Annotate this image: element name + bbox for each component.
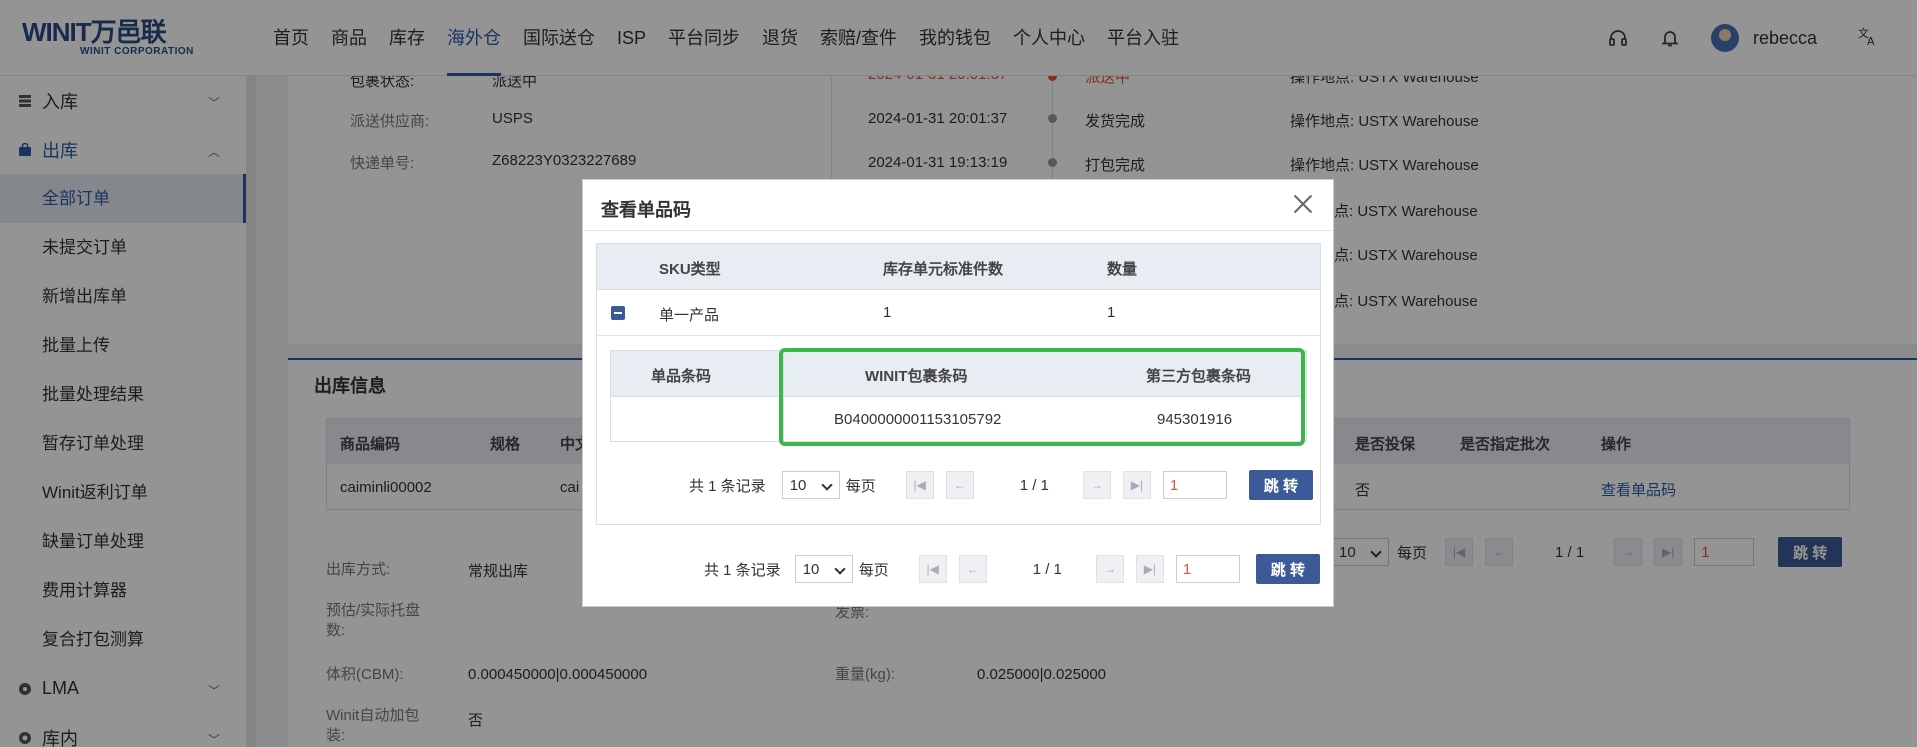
page-indicator: 1 / 1 <box>1032 560 1062 578</box>
view-item-code-modal: 查看单品码 SKU类型 库存单元标准件数 数量 单一产品 1 1 单品条码 WI… <box>582 179 1334 607</box>
sku-type-cell: 单一产品 <box>659 307 720 324</box>
sku-table-header: SKU类型 库存单元标准件数 数量 <box>597 244 1320 290</box>
next-page-button[interactable]: → <box>1095 555 1124 583</box>
inner-pager: 共 1 条记录 10 每页 |◀ ← 1 / 1 → ▶| 1 跳 转 <box>583 470 1333 500</box>
col-standard-qty: 库存单元标准件数 <box>883 261 1004 278</box>
jump-button[interactable]: 跳 转 <box>1255 554 1320 584</box>
quantity-cell: 1 <box>1107 304 1116 321</box>
per-page-label: 每页 <box>845 477 876 495</box>
page-indicator: 1 / 1 <box>1019 476 1049 494</box>
col-quantity: 数量 <box>1107 261 1138 278</box>
jump-page-input[interactable]: 1 <box>1162 471 1227 499</box>
col-winit-barcode: WINIT包裹条码 <box>865 368 968 385</box>
jump-button[interactable]: 跳 转 <box>1248 470 1313 500</box>
last-page-button[interactable]: ▶| <box>1122 471 1151 499</box>
total-records: 共 1 条记录 <box>689 477 766 495</box>
col-sku-type: SKU类型 <box>659 261 721 278</box>
col-item-barcode: 单品条码 <box>651 368 712 385</box>
first-page-button[interactable]: |◀ <box>918 555 947 583</box>
table-row: 单一产品 1 1 <box>597 290 1320 336</box>
modal-title: 查看单品码 <box>601 200 691 220</box>
prev-page-button[interactable]: ← <box>958 555 987 583</box>
modal-divider <box>583 230 1333 231</box>
collapse-icon[interactable] <box>611 306 625 320</box>
per-page-select[interactable]: 10 <box>781 471 840 499</box>
per-page-select[interactable]: 10 <box>794 555 853 583</box>
barcode-table: 单品条码 WINIT包裹条码 第三方包裹条码 B0400000001153105… <box>610 350 1307 442</box>
column-divider <box>783 351 784 441</box>
last-page-button[interactable]: ▶| <box>1135 555 1164 583</box>
standard-qty-cell: 1 <box>883 304 892 321</box>
per-page-label: 每页 <box>858 561 889 579</box>
next-page-button[interactable]: → <box>1082 471 1111 499</box>
prev-page-button[interactable]: ← <box>945 471 974 499</box>
winit-barcode-cell: B0400000001153105792 <box>834 411 1002 428</box>
jump-page-input[interactable]: 1 <box>1175 555 1240 583</box>
barcode-table-header: 单品条码 WINIT包裹条码 第三方包裹条码 <box>611 351 1306 397</box>
outer-pager: 共 1 条记录 10 每页 |◀ ← 1 / 1 → ▶| 1 跳 转 <box>583 554 1333 584</box>
third-party-barcode-cell: 945301916 <box>1157 411 1233 428</box>
first-page-button[interactable]: |◀ <box>905 471 934 499</box>
col-third-party-barcode: 第三方包裹条码 <box>1146 368 1252 385</box>
close-icon[interactable] <box>1291 192 1315 216</box>
total-records: 共 1 条记录 <box>704 561 781 579</box>
